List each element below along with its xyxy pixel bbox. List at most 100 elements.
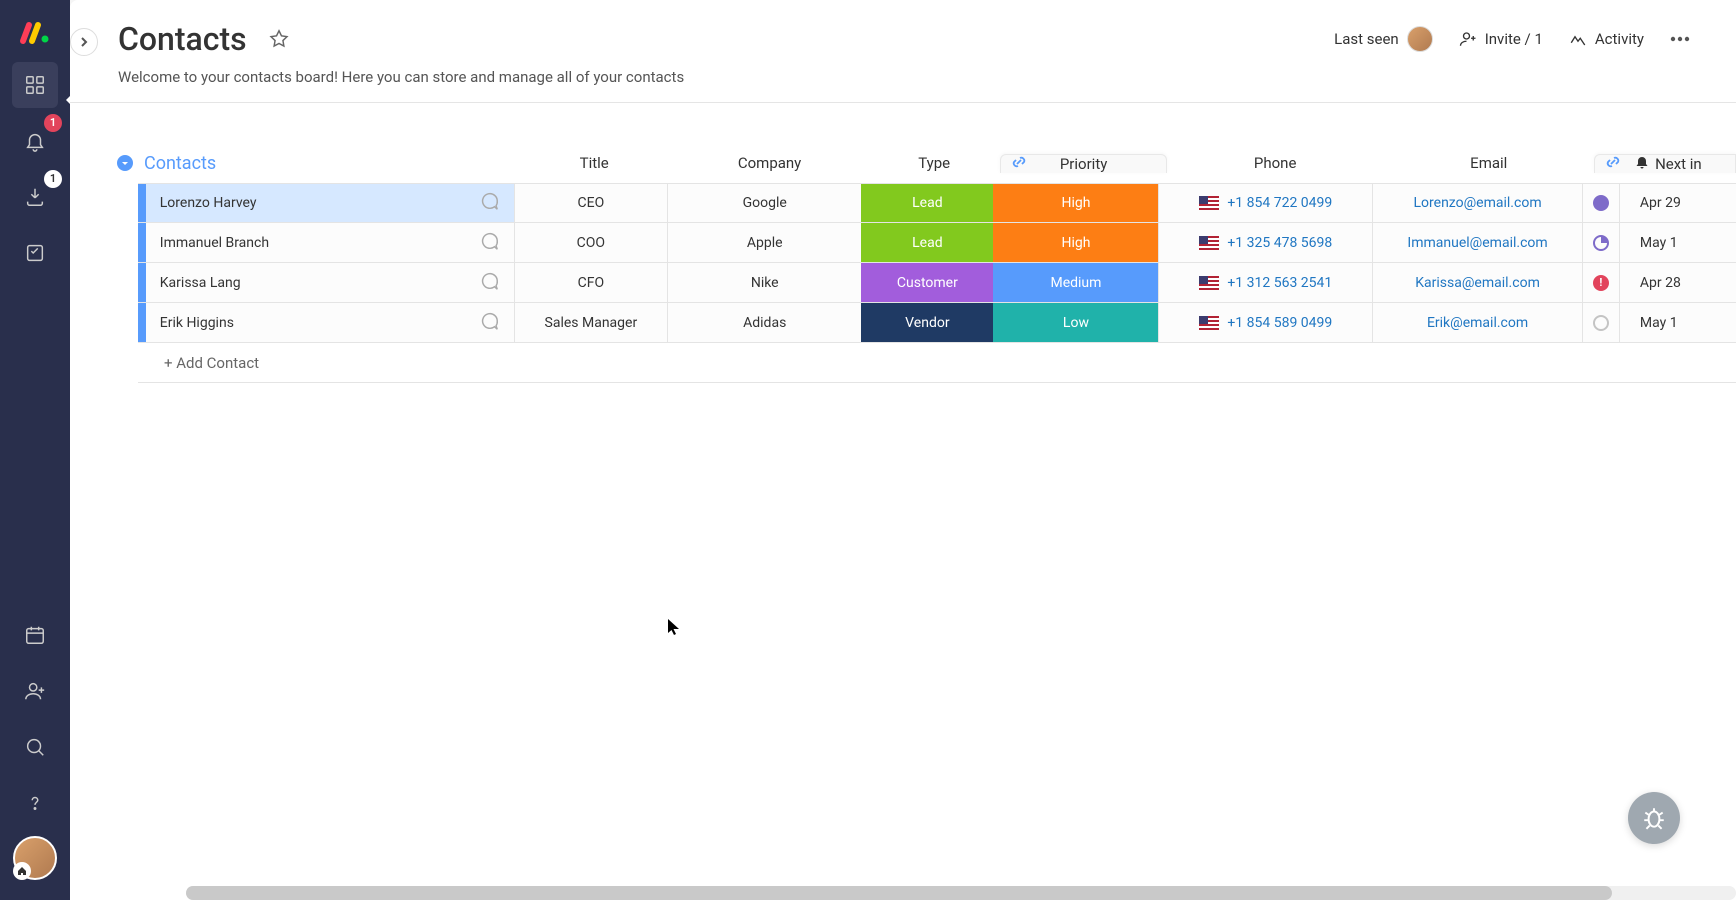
add-contact-label: + Add Contact xyxy=(146,354,259,372)
invite-button[interactable]: Invite / 1 xyxy=(1459,30,1543,48)
column-header-type[interactable]: Type xyxy=(867,154,1000,172)
group-name[interactable]: Contacts xyxy=(138,153,516,174)
contact-name: Karissa Lang xyxy=(160,275,241,291)
board-description[interactable]: Welcome to your contacts board! Here you… xyxy=(70,68,1736,103)
scrollbar-thumb[interactable] xyxy=(186,886,1612,900)
cell-date[interactable]: Apr 28 xyxy=(1619,263,1736,302)
cell-title[interactable]: CFO xyxy=(514,263,667,302)
app-logo[interactable] xyxy=(15,12,55,52)
cell-company[interactable]: Adidas xyxy=(667,303,861,342)
status-dot-icon xyxy=(1593,275,1609,291)
sidebar-boards-icon[interactable] xyxy=(12,62,58,108)
chat-icon[interactable] xyxy=(478,230,500,256)
cell-date[interactable]: Apr 29 xyxy=(1619,184,1736,222)
cell-status[interactable] xyxy=(1582,223,1619,262)
notifications-badge: 1 xyxy=(44,114,62,132)
cell-priority[interactable]: High xyxy=(993,184,1158,222)
board-header: Contacts Last seen Invite / 1 Activity xyxy=(70,20,1736,58)
email-link[interactable]: Lorenzo@email.com xyxy=(1414,195,1542,211)
table-row[interactable]: Lorenzo Harvey CEOGoogleLeadHigh+1 854 72… xyxy=(138,183,1736,223)
sidebar-notifications-icon[interactable]: 1 xyxy=(12,118,58,164)
app-sidebar: 1 1 xyxy=(0,0,70,900)
activity-label: Activity xyxy=(1595,30,1644,48)
table-row[interactable]: Immanuel BranchCOOAppleLeadHigh +1 325 47… xyxy=(138,223,1736,263)
column-header-phone[interactable]: Phone xyxy=(1167,154,1383,172)
column-header-email[interactable]: Email xyxy=(1382,154,1594,172)
cell-email[interactable]: Immanuel@email.com xyxy=(1372,223,1582,262)
group-collapse-toggle[interactable] xyxy=(112,154,138,172)
cell-status[interactable] xyxy=(1582,184,1619,222)
sidebar-invite-icon[interactable] xyxy=(12,668,58,714)
phone-number: +1 312 563 2541 xyxy=(1227,275,1332,291)
cell-priority[interactable]: High xyxy=(993,223,1158,262)
cell-type[interactable]: Lead xyxy=(861,184,993,222)
cell-type[interactable]: Vendor xyxy=(861,303,993,342)
sidebar-inbox-icon[interactable]: 1 xyxy=(12,174,58,220)
cell-email[interactable]: Lorenzo@email.com xyxy=(1372,184,1582,222)
favorite-star-button[interactable] xyxy=(263,23,295,55)
board-title[interactable]: Contacts xyxy=(118,20,247,58)
sidebar-help-icon[interactable] xyxy=(12,780,58,826)
group-color-bar xyxy=(138,184,146,222)
home-badge-icon xyxy=(13,862,31,880)
cell-phone[interactable]: +1 854 589 0499 xyxy=(1158,303,1372,342)
chat-icon[interactable] xyxy=(478,270,500,296)
activity-button[interactable]: Activity xyxy=(1569,30,1644,48)
email-link[interactable]: Erik@email.com xyxy=(1427,315,1528,331)
email-link[interactable]: Immanuel@email.com xyxy=(1407,235,1547,251)
sidebar-expand-button[interactable] xyxy=(70,28,98,56)
cell-title[interactable]: Sales Manager xyxy=(514,303,667,342)
cell-priority[interactable]: Medium xyxy=(993,263,1158,302)
link-icon xyxy=(1605,154,1621,174)
email-link[interactable]: Karissa@email.com xyxy=(1415,275,1540,291)
column-header-company[interactable]: Company xyxy=(671,154,867,172)
cell-type[interactable]: Lead xyxy=(861,223,993,262)
cell-company[interactable]: Nike xyxy=(667,263,861,302)
cell-email[interactable]: Karissa@email.com xyxy=(1372,263,1582,302)
chat-icon[interactable] xyxy=(478,190,500,216)
phone-number: +1 325 478 5698 xyxy=(1227,235,1332,251)
add-contact-row[interactable]: + Add Contact xyxy=(138,343,1736,383)
bug-report-button[interactable] xyxy=(1628,792,1680,844)
cell-status[interactable] xyxy=(1582,263,1619,302)
link-icon xyxy=(1011,154,1027,174)
cell-email[interactable]: Erik@email.com xyxy=(1372,303,1582,342)
column-header-title[interactable]: Title xyxy=(516,154,671,172)
cell-type[interactable]: Customer xyxy=(861,263,993,302)
board-more-button[interactable] xyxy=(1664,23,1696,55)
cell-name[interactable]: Lorenzo Harvey xyxy=(146,184,514,222)
last-seen-avatar xyxy=(1407,26,1433,52)
cell-company[interactable]: Google xyxy=(667,184,861,222)
last-seen-item[interactable]: Last seen xyxy=(1334,26,1433,52)
cell-phone[interactable]: +1 854 722 0499 xyxy=(1158,184,1372,222)
cell-phone[interactable]: +1 325 478 5698 xyxy=(1158,223,1372,262)
status-dot-icon xyxy=(1593,235,1609,251)
cell-name[interactable]: Immanuel Branch xyxy=(146,223,514,262)
chat-icon[interactable] xyxy=(478,310,500,336)
cell-name[interactable]: Karissa Lang xyxy=(146,263,514,302)
sidebar-search-icon[interactable] xyxy=(12,724,58,770)
main-content: Contacts Last seen Invite / 1 Activity W… xyxy=(70,0,1736,900)
sidebar-mywork-icon[interactable] xyxy=(12,230,58,276)
column-header-priority[interactable]: Priority xyxy=(1000,154,1167,173)
horizontal-scrollbar[interactable] xyxy=(186,886,1736,900)
cell-date[interactable]: May 1 xyxy=(1619,303,1736,342)
table-row[interactable]: Karissa Lang CFONikeCustomerMedium +1 312 … xyxy=(138,263,1736,303)
cell-phone[interactable]: +1 312 563 2541 xyxy=(1158,263,1372,302)
user-avatar[interactable] xyxy=(13,836,57,880)
last-seen-label: Last seen xyxy=(1334,30,1399,48)
cell-priority[interactable]: Low xyxy=(993,303,1158,342)
contact-name: Erik Higgins xyxy=(160,315,234,331)
cell-date[interactable]: May 1 xyxy=(1619,223,1736,262)
cell-company[interactable]: Apple xyxy=(667,223,861,262)
table-row[interactable]: Erik Higgins Sales ManagerAdidasVendorLow… xyxy=(138,303,1736,343)
cell-title[interactable]: COO xyxy=(514,223,667,262)
status-dot-icon xyxy=(1593,195,1609,211)
cell-name[interactable]: Erik Higgins xyxy=(146,303,514,342)
column-header-next[interactable]: Next in xyxy=(1594,154,1736,173)
sidebar-calendar-icon[interactable] xyxy=(12,612,58,658)
cell-title[interactable]: CEO xyxy=(514,184,667,222)
cursor-icon xyxy=(667,618,681,640)
cell-status[interactable] xyxy=(1582,303,1619,342)
contact-name: Lorenzo Harvey xyxy=(160,195,257,211)
